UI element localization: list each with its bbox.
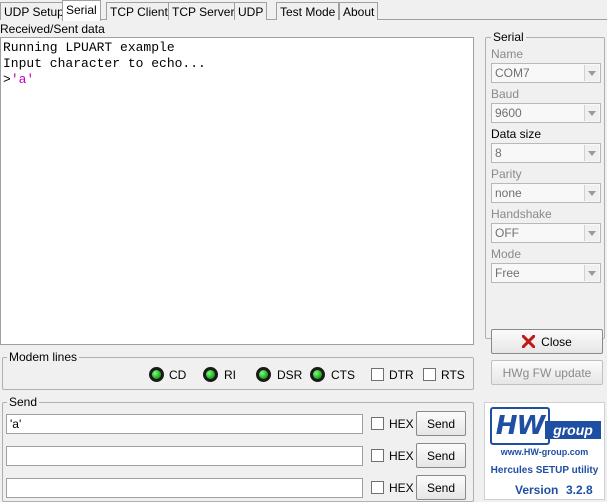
parity-combo[interactable]: none [491, 183, 601, 203]
cts-led-icon [310, 367, 325, 382]
send-group-title: Send [7, 395, 40, 409]
handshake-value: OFF [495, 226, 519, 240]
version-number: 3.2.8 [566, 483, 593, 497]
tab-serial[interactable]: Serial [62, 0, 101, 21]
tab-bar: UDP Setup Serial TCP Client TCP Server U… [0, 0, 607, 21]
hex-label: HEX [389, 417, 414, 431]
cts-label: CTS [331, 368, 355, 382]
send-input[interactable]: 'a' [6, 414, 363, 434]
ri-led-icon [203, 367, 218, 382]
tab-test-mode[interactable]: Test Mode [276, 2, 340, 20]
hwg-fw-update-label: HWg FW update [502, 365, 592, 380]
prompt-glyph: > [3, 72, 11, 87]
tab-tcp-client[interactable]: TCP Client [106, 2, 172, 20]
chevron-down-icon [584, 185, 599, 201]
baud-value: 9600 [495, 106, 522, 120]
received-line: Running LPUART example [3, 40, 175, 55]
send-button[interactable]: Send [416, 475, 466, 500]
received-line: >'a' [3, 72, 471, 88]
send-input[interactable] [6, 478, 363, 498]
dtr-checkbox[interactable] [371, 368, 384, 381]
rts-label: RTS [441, 368, 465, 382]
tab-udp[interactable]: UDP [234, 2, 268, 20]
handshake-label: Handshake [491, 207, 552, 221]
dsr-led-icon [256, 367, 271, 382]
close-button[interactable]: Close [491, 329, 603, 354]
product-name: Hercules SETUP utility [490, 465, 599, 476]
send-button[interactable]: Send [416, 443, 466, 468]
chevron-down-icon [584, 65, 599, 81]
mode-label: Mode [491, 247, 522, 261]
data-size-value: 8 [495, 146, 502, 160]
dsr-label: DSR [277, 368, 303, 382]
logo-group-mark: group [545, 421, 601, 439]
cd-label: CD [169, 368, 187, 382]
received-line: Input character to echo... [3, 56, 206, 71]
chevron-down-icon [584, 145, 599, 161]
serial-group-title: Serial [491, 30, 526, 44]
tab-about[interactable]: About [339, 2, 379, 20]
close-button-label: Close [541, 334, 572, 349]
send-input[interactable] [6, 446, 363, 466]
parity-label: Parity [491, 167, 522, 181]
hex-checkbox[interactable] [371, 449, 384, 462]
echoed-text: 'a' [10, 72, 35, 87]
send-button[interactable]: Send [416, 411, 466, 436]
ri-label: RI [224, 368, 236, 382]
name-value: COM7 [495, 66, 530, 80]
baud-combo[interactable]: 9600 [491, 103, 601, 123]
hex-label: HEX [389, 449, 414, 463]
send-button-label: Send [426, 480, 456, 495]
handshake-combo[interactable]: OFF [491, 223, 601, 243]
tab-tcp-server[interactable]: TCP Server [168, 2, 239, 20]
rts-checkbox[interactable] [423, 368, 436, 381]
hex-label: HEX [389, 481, 414, 495]
tab-udp-setup[interactable]: UDP Setup [0, 2, 68, 20]
send-button-label: Send [426, 416, 456, 431]
chevron-down-icon [584, 265, 599, 281]
chevron-down-icon [584, 225, 599, 241]
hwg-fw-update-button[interactable]: HWg FW update [491, 360, 603, 385]
hw-group-logo: HW group www.HW-group.com Hercules SETUP… [484, 402, 605, 500]
chevron-down-icon [584, 105, 599, 121]
modem-lines-title: Modem lines [7, 350, 80, 364]
baud-label: Baud [491, 87, 520, 101]
logo-url: www.HW-group.com [500, 447, 589, 457]
version-label: Version [515, 483, 559, 497]
name-label: Name [491, 47, 524, 61]
received-data-area[interactable]: Running LPUART example Input character to… [0, 37, 474, 345]
mode-combo[interactable]: Free [491, 263, 601, 283]
cd-led-icon [149, 367, 164, 382]
parity-value: none [495, 186, 522, 200]
mode-value: Free [495, 266, 520, 280]
hex-checkbox[interactable] [371, 481, 384, 494]
data-size-combo[interactable]: 8 [491, 143, 601, 163]
send-button-label: Send [426, 448, 456, 463]
dtr-label: DTR [389, 368, 414, 382]
name-combo[interactable]: COM7 [491, 63, 601, 83]
received-sent-label: Received/Sent data [0, 22, 105, 36]
logo-hw-mark: HW [490, 407, 550, 445]
close-icon [522, 335, 536, 348]
data-size-label: Data size [491, 127, 542, 141]
hex-checkbox[interactable] [371, 417, 384, 430]
